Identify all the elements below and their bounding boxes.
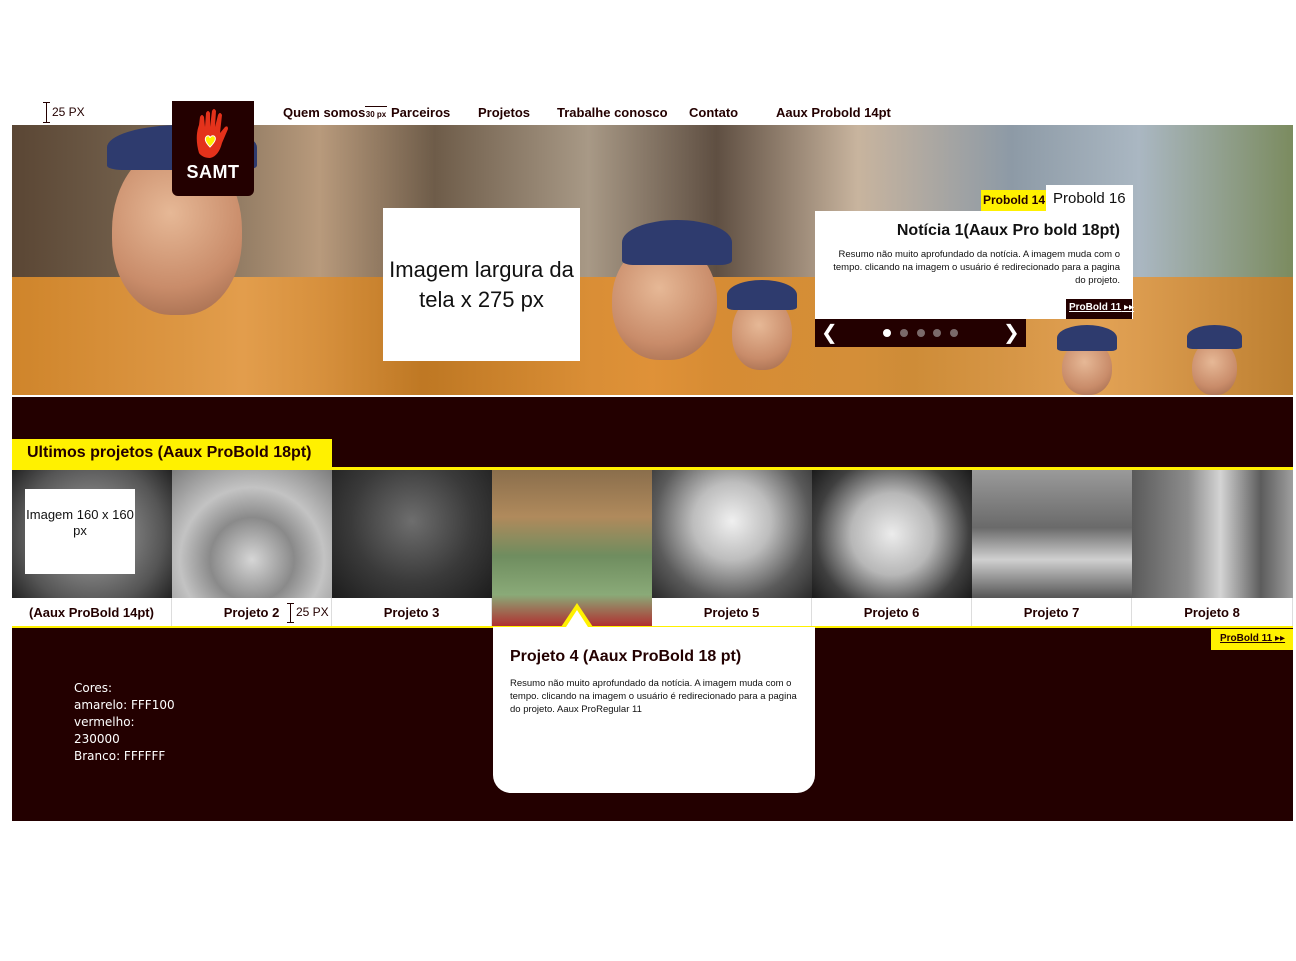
project-thumb-8[interactable]: [1132, 470, 1293, 598]
label-height-label: 25 PX: [296, 605, 329, 619]
project-thumb-6[interactable]: [812, 470, 972, 598]
nav-height-label: 25 PX: [52, 105, 85, 119]
project-label[interactable]: Projeto 8: [1132, 598, 1293, 626]
project-label[interactable]: Projeto 6: [812, 598, 972, 626]
dimension-marker: [287, 603, 294, 623]
hand-heart-icon: [196, 109, 228, 158]
projects-heading: Ultimos projetos (Aaux ProBold 18pt): [12, 439, 332, 467]
project-label[interactable]: (Aaux ProBold 14pt): [12, 598, 172, 626]
project-thumb-3[interactable]: [332, 470, 492, 598]
news-tab-large: Probold 16: [1046, 185, 1133, 211]
card-pointer-inner: [566, 610, 588, 627]
samt-logo[interactable]: SAMT: [172, 101, 254, 196]
slider-dot[interactable]: [917, 329, 925, 337]
logo-text: SAMT: [186, 162, 240, 182]
colors-note-line: Cores:: [74, 681, 113, 695]
hero-cap: [1187, 325, 1242, 349]
projects-more-link[interactable]: ProBold 11 ▸▸: [1211, 629, 1293, 650]
dimension-marker: [43, 102, 50, 123]
colors-note-line: 230000: [74, 732, 120, 746]
project-thumb-7[interactable]: [972, 470, 1132, 598]
news-title[interactable]: Notícia 1(Aaux Pro bold 18pt): [815, 222, 1120, 240]
project-detail-title[interactable]: Projeto 4 (Aaux ProBold 18 pt): [510, 648, 741, 666]
nav-contato[interactable]: Contato: [689, 105, 738, 120]
slider-dot[interactable]: [900, 329, 908, 337]
colors-note-line: vermelho:: [74, 715, 135, 729]
hero-cap: [622, 220, 732, 265]
news-summary: Resumo não muito aprofundado da notícia.…: [833, 249, 1120, 286]
prev-arrow-icon[interactable]: ❮: [821, 322, 838, 344]
colors-note-line: amarelo: FFF100: [74, 698, 175, 712]
nav-parceiros[interactable]: Parceiros: [391, 105, 450, 120]
slider-dot[interactable]: [883, 329, 891, 337]
project-label[interactable]: Projeto 7: [972, 598, 1132, 626]
news-tab-small: Probold 14: [981, 190, 1046, 211]
colors-note-line: Branco: FFFFFF: [74, 749, 166, 763]
nav-trabalhe-conosco[interactable]: Trabalhe conosco: [557, 105, 668, 120]
project-thumb-5[interactable]: [652, 470, 812, 598]
nav-quem-somos[interactable]: Quem somos: [283, 105, 365, 120]
news-more-link[interactable]: ProBold 11 ▸▸: [1066, 299, 1134, 319]
project-label[interactable]: Projeto 3: [332, 598, 492, 626]
colors-note: Cores: amarelo: FFF100 vermelho: 230000 …: [74, 680, 175, 765]
nav-projetos[interactable]: Projetos: [478, 105, 530, 120]
project-detail-summary: Resumo não muito aprofundado da notícia.…: [510, 678, 797, 715]
spacing-marker: 30 px: [365, 106, 387, 120]
nav-font-note: Aaux Probold 14pt: [776, 105, 891, 120]
hero-cap: [1057, 325, 1117, 351]
next-arrow-icon[interactable]: ❯: [1003, 322, 1020, 344]
slider-dot[interactable]: [933, 329, 941, 337]
slider-dot[interactable]: [950, 329, 958, 337]
project-label[interactable]: Projeto 5: [652, 598, 812, 626]
hero-image-placeholder: Imagem largura da tela x 275 px: [383, 208, 580, 361]
hero-cap: [727, 280, 797, 310]
project-thumb-2[interactable]: [172, 470, 332, 598]
thumb-image-placeholder: Imagem 160 x 160 px: [25, 489, 135, 574]
